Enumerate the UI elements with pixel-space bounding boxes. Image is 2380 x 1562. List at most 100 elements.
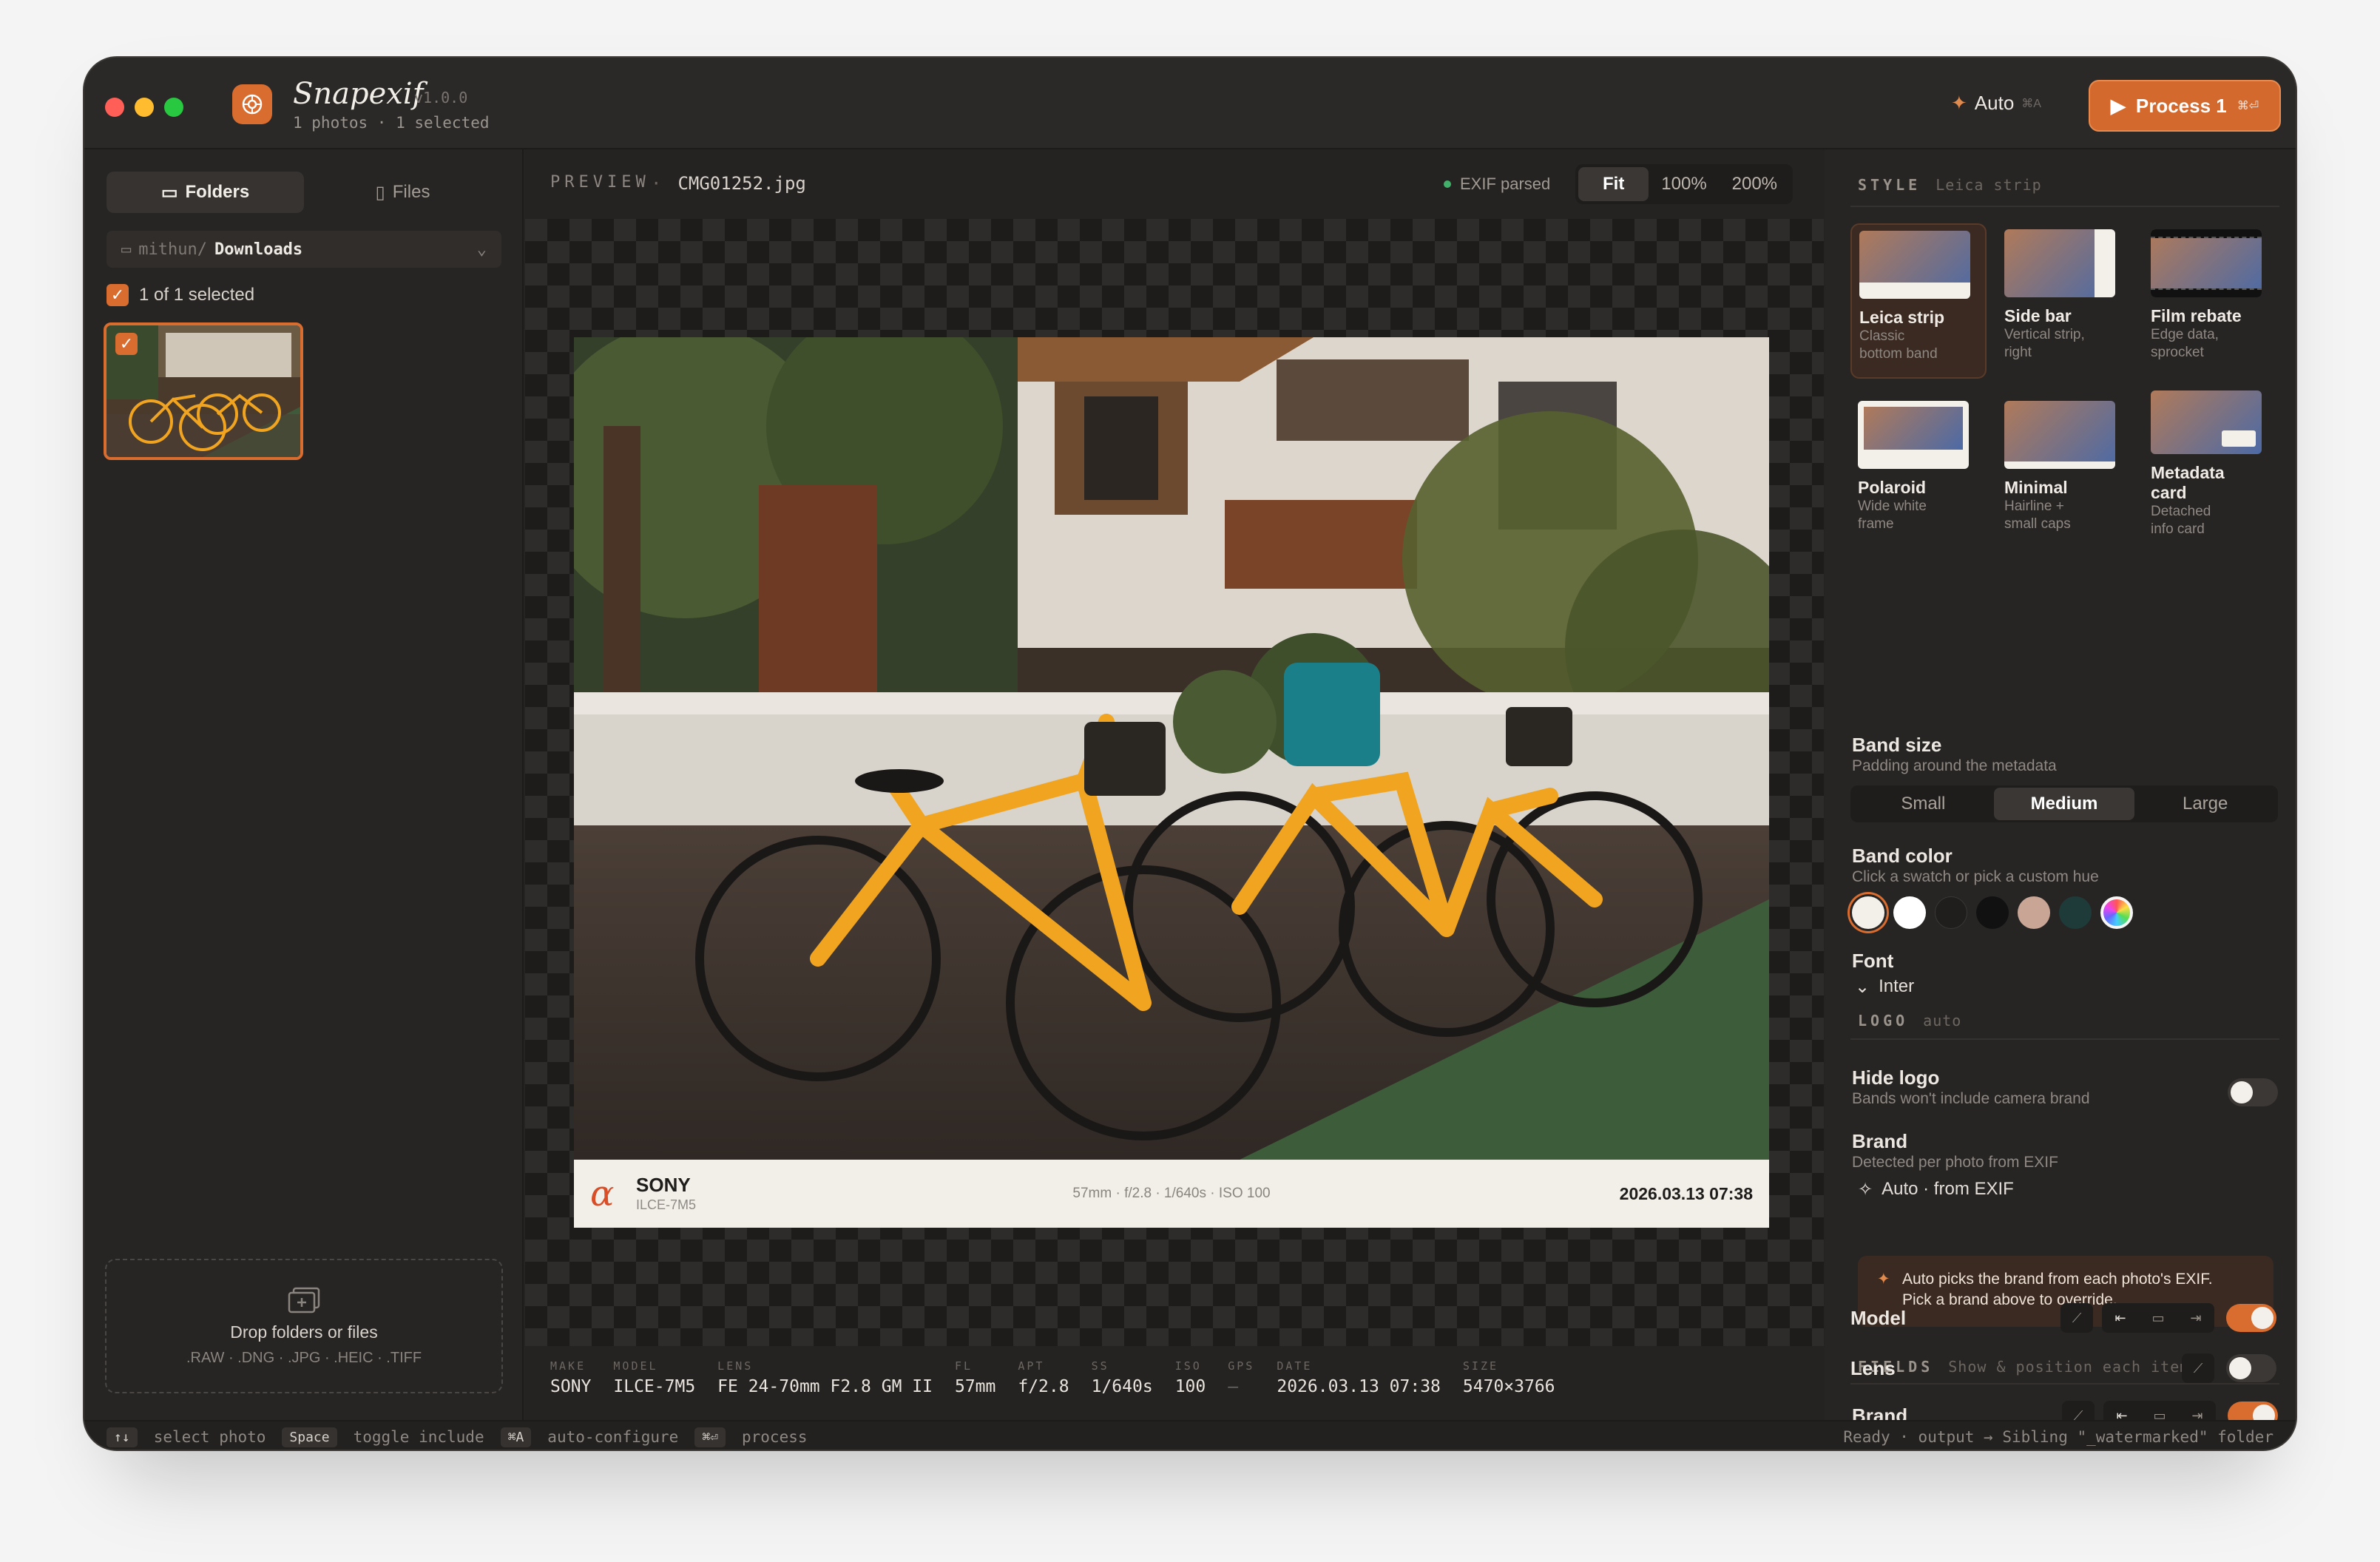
path-current: Downloads <box>214 240 303 259</box>
align-center-icon[interactable]: ▭ <box>2151 1311 2164 1326</box>
process-label: Process 1 <box>2135 94 2227 117</box>
folder-icon: ▭ <box>160 182 178 203</box>
swatch-cream[interactable] <box>1852 896 1884 929</box>
meta-make: MAKE SONY <box>550 1359 592 1396</box>
swatch-charcoal[interactable] <box>1935 896 1967 929</box>
zoom-fit[interactable]: Fit <box>1578 167 1649 201</box>
style-card-film-rebate[interactable]: Film rebate Edge data, sprocket <box>2143 223 2279 379</box>
preview-canvas[interactable]: α SONY ILCE-7M5 57mm · f/2.8 · 1/640s · … <box>525 219 1824 1346</box>
brand-select[interactable]: ✧ Auto · from EXIF <box>1858 1179 2014 1200</box>
zoom-window-button[interactable] <box>164 98 183 117</box>
minimize-window-button[interactable] <box>135 98 154 117</box>
swatch-white[interactable] <box>1893 896 1926 929</box>
logo-heading: LOGO auto <box>1858 1012 1962 1030</box>
key-hint: Space <box>282 1427 337 1447</box>
dropzone-formats: .RAW · .DNG · .JPG · .HEIC · .TIFF <box>186 1350 422 1366</box>
close-window-button[interactable] <box>105 98 124 117</box>
auto-shortcut: ⌘A <box>2021 97 2041 110</box>
hide-logo-label: Hide logo <box>1852 1066 1940 1089</box>
swatch-black[interactable] <box>1976 896 2009 929</box>
tab-files[interactable]: ▯ Files <box>304 172 501 213</box>
style-card-metadata-card[interactable]: Metadata card Detached info card <box>2143 385 2279 540</box>
style-card-leica-strip[interactable]: Leica strip Classic bottom band <box>1850 223 1987 379</box>
band-size-hint: Padding around the metadata <box>1852 757 2057 774</box>
tab-label: Files <box>392 182 430 202</box>
exif-status-text: EXIF parsed <box>1460 175 1551 193</box>
zoom-100[interactable]: 100% <box>1649 167 1719 201</box>
font-select[interactable]: ⌄ Inter <box>1855 976 1914 998</box>
field-row-lens: Lens ⟋ <box>1850 1352 2276 1384</box>
tab-folders[interactable]: ▭ Folders <box>107 172 304 213</box>
zoom-200[interactable]: 200% <box>1720 167 1790 201</box>
hide-logo-toggle[interactable] <box>2228 1078 2278 1106</box>
thumbnail-checkbox[interactable]: ✓ <box>115 333 138 355</box>
style-card-minimal[interactable]: Minimal Hairline + small caps <box>1997 395 2133 550</box>
band-size-control: Small Medium Large <box>1850 785 2278 822</box>
divider <box>1850 1038 2279 1040</box>
edit-icon[interactable]: ⟋ <box>2060 1303 2093 1333</box>
watermark-band: α SONY ILCE-7M5 57mm · f/2.8 · 1/640s · … <box>574 1160 1769 1228</box>
process-shortcut: ⌘⏎ <box>2237 100 2259 112</box>
style-panel: STYLE Leica strip Leica strip Classic bot… <box>1825 149 2296 1420</box>
style-card-polaroid[interactable]: Polaroid Wide white frame <box>1850 395 1987 550</box>
edit-icon[interactable]: ⟋ <box>2182 1353 2214 1383</box>
position-control: ⇤ ▭ ⇥ <box>2102 1303 2214 1333</box>
field-toggle-lens[interactable] <box>2226 1354 2276 1382</box>
framed-photo: α SONY ILCE-7M5 57mm · f/2.8 · 1/640s · … <box>574 337 1769 1228</box>
source-tabs: ▭ Folders ▯ Files <box>107 172 501 213</box>
field-toggle-model[interactable] <box>2226 1304 2276 1332</box>
align-left-icon[interactable]: ⇤ <box>2114 1311 2126 1326</box>
key-hint: ⌘⏎ <box>694 1427 726 1447</box>
meta-date: DATE 2026.03.13 07:38 <box>1277 1359 1441 1396</box>
band-size-label: Band size <box>1852 734 1942 756</box>
meta-aperture: APT f/2.8 <box>1018 1359 1069 1396</box>
meta-gps: GPS — <box>1228 1359 1255 1396</box>
process-button[interactable]: ▶ Process 1 ⌘⏎ <box>2089 80 2281 132</box>
band-size-small[interactable]: Small <box>1853 788 1994 820</box>
auto-configure-button[interactable]: ✦ Auto ⌘A <box>1951 92 2041 115</box>
swatch-rose[interactable] <box>2018 896 2050 929</box>
preview-pane: PREVIEW · CMG01252.jpg EXIF parsed Fit 10… <box>525 149 1824 1420</box>
app-name: Snapexif <box>293 77 424 111</box>
hide-logo-hint: Bands won't include camera brand <box>1852 1090 2090 1107</box>
chevron-down-icon: ⌄ <box>1855 977 1870 997</box>
app-logo-icon <box>232 84 272 124</box>
folder-icon: ▭ <box>121 240 132 259</box>
custom-hue-icon[interactable] <box>2100 896 2133 929</box>
align-right-icon[interactable]: ⇥ <box>2190 1311 2201 1326</box>
folder-path-select[interactable]: ▭ mithun/ Downloads ⌄ <box>107 231 501 268</box>
file-icon: ▯ <box>375 182 385 203</box>
sparkle-icon: ✧ <box>1858 1180 1873 1200</box>
band-size-large[interactable]: Large <box>2134 788 2276 820</box>
meta-iso: ISO 100 <box>1174 1359 1206 1396</box>
photo-thumbnail[interactable]: ✓ <box>104 322 303 460</box>
add-images-icon <box>288 1287 320 1314</box>
band-size-medium[interactable]: Medium <box>1993 788 2135 820</box>
font-value: Inter <box>1879 976 1915 996</box>
meta-model: MODEL ILCE-7M5 <box>613 1359 696 1396</box>
font-label: Font <box>1852 950 1894 972</box>
exif-status: EXIF parsed <box>1444 175 1550 194</box>
status-dot-icon <box>1444 180 1451 188</box>
select-all-checkbox[interactable]: ✓ <box>107 284 129 306</box>
tab-label: Folders <box>185 182 250 202</box>
band-settings: 57mm · f/2.8 · 1/640s · ISO 100 <box>1072 1186 1271 1201</box>
preview-filename-text: CMG01252.jpg <box>677 173 806 194</box>
hint-text: toggle include <box>353 1428 484 1446</box>
sparkle-icon: ✦ <box>1877 1271 1890 1288</box>
app-subtitle: 1 photos · 1 selected <box>293 114 490 132</box>
brand-label: Brand <box>1852 1130 1908 1152</box>
style-card-side-bar[interactable]: Side bar Vertical strip, right <box>1997 223 2133 379</box>
dropzone[interactable]: Drop folders or files .RAW · .DNG · .JPG… <box>105 1259 503 1393</box>
brand-value: Auto · from EXIF <box>1882 1179 2014 1199</box>
style-preview <box>2004 401 2115 469</box>
photo-preview <box>574 337 1769 1160</box>
style-preview <box>1859 231 1970 299</box>
titlebar: Snapexif v1.0.0 1 photos · 1 selected ✦ … <box>84 58 2296 149</box>
select-all-row[interactable]: ✓ 1 of 1 selected <box>107 284 254 306</box>
style-current: Leica strip <box>1936 176 2042 194</box>
status-bar: ↑↓ select photo Space toggle include ⌘A … <box>84 1420 2296 1450</box>
path-prefix: mithun/ <box>138 240 207 259</box>
swatch-teal[interactable] <box>2059 896 2092 929</box>
band-color-swatches <box>1852 896 2133 929</box>
